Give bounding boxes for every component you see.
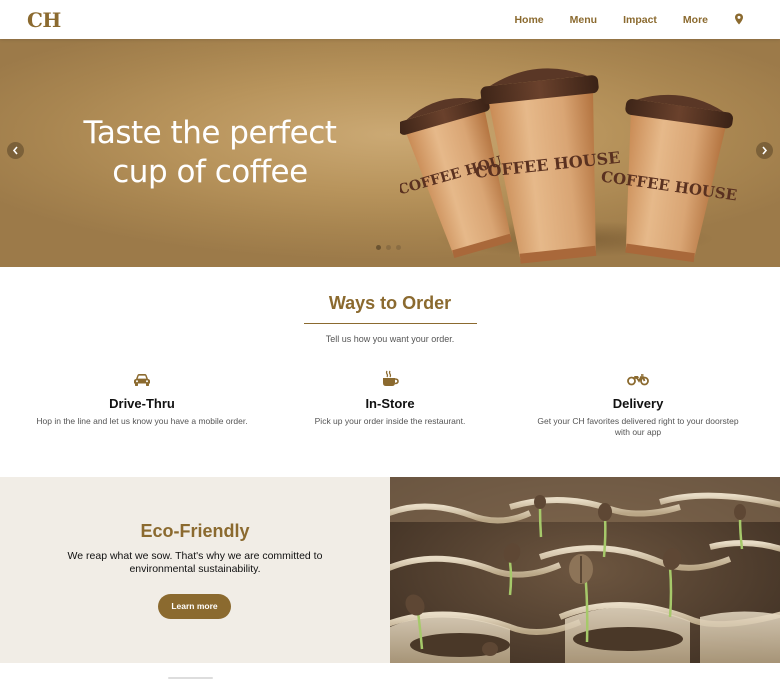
heading-divider (304, 323, 477, 324)
coffee-seedlings-photo (390, 477, 780, 663)
order-option-delivery: Delivery Get your CH favorites delivered… (518, 368, 758, 438)
nav-menu[interactable]: Menu (570, 14, 597, 26)
learn-more-button[interactable]: Learn more (158, 594, 231, 619)
nav-links: Home Menu Impact More (514, 13, 744, 26)
order-option-description: Hop in the line and let us know you have… (36, 416, 248, 426)
top-navbar: CH Home Menu Impact More (0, 0, 780, 39)
order-option-title: In-Store (365, 396, 415, 411)
site-logo[interactable]: CH (27, 8, 61, 32)
hero-carousel: Taste the perfect cup of coffee COFFEE H… (0, 39, 780, 267)
nav-more[interactable]: More (683, 14, 708, 26)
ways-to-order-subtitle: Tell us how you want your order. (325, 334, 455, 344)
footer-strip (0, 663, 780, 680)
carousel-dot-3[interactable] (396, 245, 401, 250)
carousel-prev-button[interactable] (7, 142, 24, 159)
order-option-description: Get your CH favorites delivered right to… (537, 416, 739, 437)
nav-impact[interactable]: Impact (623, 14, 657, 26)
eco-friendly-heading: Eco-Friendly (140, 521, 250, 541)
order-option-title: Drive-Thru (109, 396, 175, 411)
eco-friendly-text: We reap what we sow. That's why we are c… (67, 550, 323, 575)
ways-to-order-heading: Ways to Order (328, 293, 452, 313)
map-pin-icon[interactable] (734, 13, 744, 25)
carousel-indicators (376, 245, 401, 250)
nav-home[interactable]: Home (514, 14, 543, 26)
order-option-drive-thru: Drive-Thru Hop in the line and let us kn… (22, 368, 262, 427)
hero-title: Taste the perfect cup of coffee (83, 115, 337, 190)
carousel-dot-2[interactable] (386, 245, 391, 250)
carousel-next-button[interactable] (756, 142, 773, 159)
motorcycle-icon (627, 374, 649, 386)
order-option-title: Delivery (612, 396, 664, 411)
order-option-description: Pick up your order inside the restaurant… (314, 416, 466, 426)
footer-divider (168, 677, 213, 679)
coffee-cups-image: COFFEE HOUSE COFFEE HOUSE COFFEE HOUSE (400, 68, 738, 264)
order-option-in-store: In-Store Pick up your order inside the r… (270, 368, 510, 427)
chevron-left-icon (12, 146, 18, 155)
carousel-dot-1[interactable] (376, 245, 381, 250)
car-icon (134, 373, 150, 386)
chevron-right-icon (762, 146, 768, 155)
coffee-cup-icon (383, 370, 399, 386)
